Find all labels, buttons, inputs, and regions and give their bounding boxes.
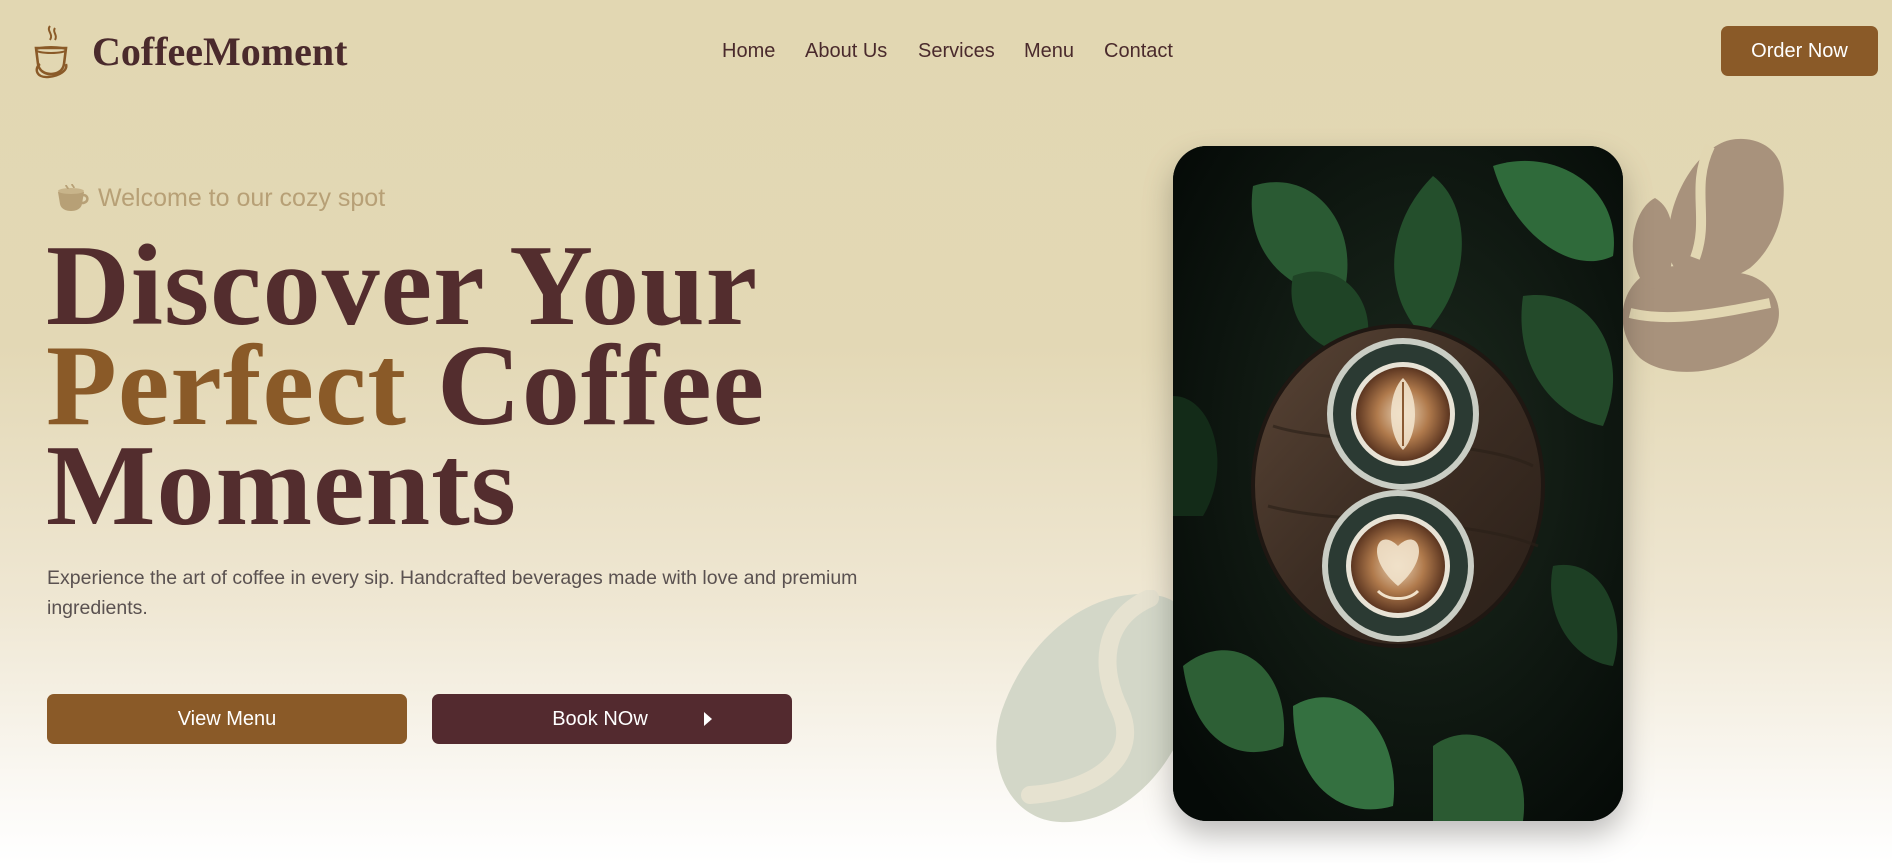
coffee-cup-steam-icon: [34, 25, 68, 79]
coffee-bean-decoration-left: [996, 590, 1199, 823]
view-menu-button[interactable]: View Menu: [47, 694, 407, 744]
latte-photo: [1173, 146, 1623, 821]
view-menu-label: View Menu: [177, 707, 277, 730]
nav-services[interactable]: Services: [918, 40, 995, 63]
coffee-cup-icon: [58, 183, 89, 211]
welcome-text: Welcome to our cozy spot: [98, 183, 386, 212]
book-now-label: Book NOw: [552, 707, 648, 730]
logo-icon[interactable]: [30, 24, 72, 80]
hero-description: Experience the art of coffee in every si…: [47, 567, 858, 619]
nav-about-us[interactable]: About Us: [805, 40, 887, 63]
hero-title: Discover Your Perfect Coffee Moments: [46, 228, 765, 544]
order-now-button[interactable]: Order Now: [1721, 26, 1878, 76]
brand-name[interactable]: CoffeeMoment: [92, 28, 347, 75]
nav-contact[interactable]: Contact: [1104, 40, 1173, 63]
hero-coffee-image: [1173, 146, 1623, 821]
book-now-button[interactable]: Book NOw: [432, 694, 792, 744]
welcome-tagline: Welcome to our cozy spot: [54, 182, 385, 214]
hero-title-line3: Moments: [46, 422, 517, 550]
play-arrow-icon: [703, 712, 712, 726]
nav-home[interactable]: Home: [722, 40, 775, 63]
coffee-bean-decoration-right: [1622, 138, 1784, 372]
nav-menu[interactable]: Menu: [1024, 40, 1074, 63]
